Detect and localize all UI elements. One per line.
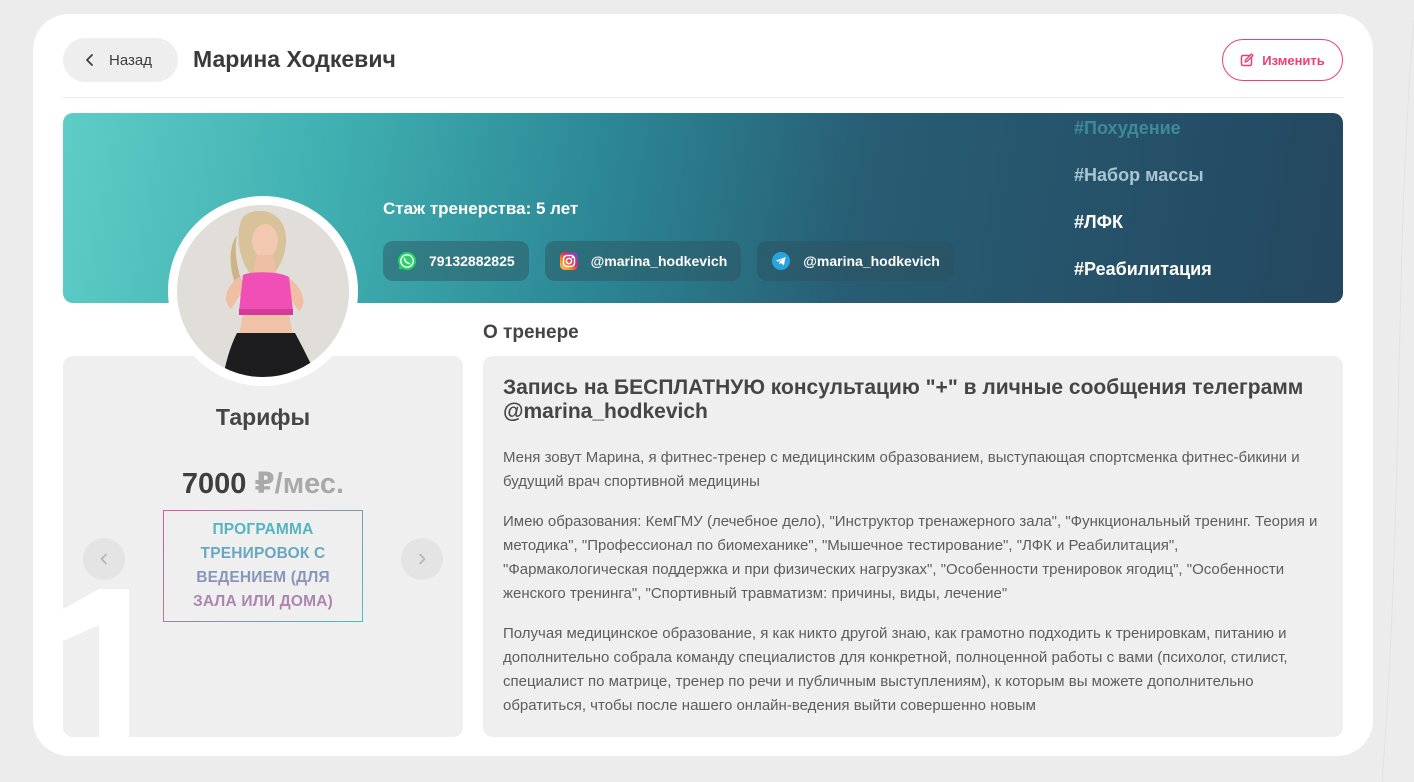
tariff-plan-label: ПРОГРАММА ТРЕНИРОВОК С ВЕДЕНИЕМ (ДЛЯ ЗАЛ… [178, 518, 348, 614]
about-content: Запись на БЕСПЛАТНУЮ консультацию "+" в … [483, 356, 1343, 737]
chevron-left-icon [100, 553, 107, 565]
avatar [168, 196, 358, 386]
back-button[interactable]: Назад [63, 38, 178, 82]
decorative-shape [63, 589, 129, 737]
edit-button[interactable]: Изменить [1222, 39, 1343, 81]
whatsapp-contact-label: 79132882825 [429, 253, 515, 269]
tariffs-panel: Тарифы 7000 ₽/мес. ПРОГРАММА ТРЕНИРОВОК … [63, 356, 463, 737]
tariff-prev-button[interactable] [83, 538, 125, 580]
page-title: Марина Ходкевич [193, 46, 396, 72]
about-heading: О тренере [483, 322, 579, 343]
header-divider [63, 97, 1343, 98]
instagram-icon [559, 252, 578, 270]
tariff-next-button[interactable] [401, 538, 443, 580]
back-button-label: Назад [109, 51, 152, 69]
decorative-curve [1381, 19, 1414, 782]
instagram-contact-label: @marina_hodkevich [590, 253, 728, 269]
tag-item: #ЛФК [1074, 212, 1123, 232]
trainer-photo [177, 205, 349, 377]
telegram-contact-label: @marina_hodkevich [803, 253, 940, 269]
about-paragraph: Получая медицинское образование, я как н… [503, 625, 1288, 714]
tariffs-title: Тарифы [215, 404, 311, 430]
experience-text: Стаж тренерства: 5 лет [383, 199, 579, 218]
whatsapp-icon [398, 252, 416, 270]
tariff-price: 7000 ₽/мес. [63, 466, 463, 501]
contact-list: 79132882825 @marina_hodkevich @marina_ho… [383, 241, 954, 281]
chevron-left-icon [86, 54, 93, 66]
about-headline: Запись на БЕСПЛАТНУЮ консультацию "+" в … [503, 376, 1304, 423]
tag-item: #Реабилитация [1074, 259, 1212, 279]
chevron-right-icon [419, 553, 426, 565]
price-unit: ₽/мес. [254, 468, 345, 500]
instagram-contact[interactable]: @marina_hodkevich [544, 241, 742, 281]
edit-icon [1240, 53, 1254, 67]
telegram-icon [772, 252, 791, 270]
trainer-profile-card: Назад Марина Ходкевич Изменить Стаж трен… [33, 14, 1373, 756]
tag-item: #Набор массы [1074, 165, 1204, 185]
about-paragraph: Имею образования: КемГМУ (лечебное дело)… [503, 513, 1318, 602]
about-paragraph: Меня зовут Марина, я фитнес-тренер с мед… [503, 449, 1300, 490]
tag-item: #Похудение [1074, 118, 1181, 138]
specialization-tags: #Похудение #Набор массы #ЛФК #Реабилитац… [1074, 113, 1334, 303]
edit-button-label: Изменить [1262, 52, 1325, 68]
telegram-contact[interactable]: @marina_hodkevich [757, 241, 954, 281]
tariff-plan-card[interactable]: ПРОГРАММА ТРЕНИРОВОК С ВЕДЕНИЕМ (ДЛЯ ЗАЛ… [163, 510, 363, 622]
whatsapp-contact[interactable]: 79132882825 [383, 241, 529, 281]
price-value: 7000 [181, 468, 247, 500]
